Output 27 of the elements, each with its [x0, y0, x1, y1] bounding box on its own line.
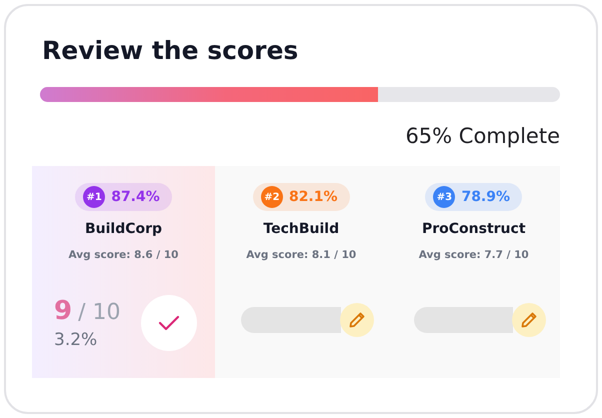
candidate-column[interactable]: #3 78.9% ProConstruct Avg score: 7.7 / 10 [388, 166, 560, 378]
pencil-icon [520, 311, 538, 329]
average-score: Avg score: 7.7 / 10 [418, 249, 529, 261]
percent-score: 82.1% [288, 189, 338, 205]
check-icon [158, 315, 180, 331]
score-max: / 10 [78, 300, 120, 325]
score-slider-track[interactable] [414, 307, 513, 333]
percent-score: 78.9% [461, 189, 510, 205]
page-title: Review the scores [42, 36, 300, 65]
edit-button[interactable] [512, 303, 546, 337]
rank-number: #3 [433, 186, 456, 208]
candidate-column[interactable]: #2 82.1% TechBuild Avg score: 8.1 / 10 [215, 166, 388, 378]
candidate-name: TechBuild [263, 221, 340, 237]
progress-label: 65% Complete [404, 124, 560, 148]
score-share: 3.2% [54, 330, 98, 350]
average-score: Avg score: 8.6 / 10 [68, 249, 178, 261]
rank-number: #2 [260, 186, 283, 208]
edit-button[interactable] [340, 303, 374, 337]
score-slider-track[interactable] [241, 307, 340, 333]
percent-score: 87.4% [111, 189, 160, 205]
candidate-column[interactable]: #1 87.4% BuildCorp Avg score: 8.6 / 10 9 / 10 3.2% [32, 166, 215, 378]
candidate-name: ProConstruct [422, 221, 526, 237]
average-score: Avg score: 8.1 / 10 [246, 249, 356, 261]
pencil-icon [348, 311, 366, 329]
score-value: 9 [54, 296, 72, 326]
candidate-name: BuildCorp [84, 221, 162, 237]
rank-number: #1 [83, 186, 106, 208]
